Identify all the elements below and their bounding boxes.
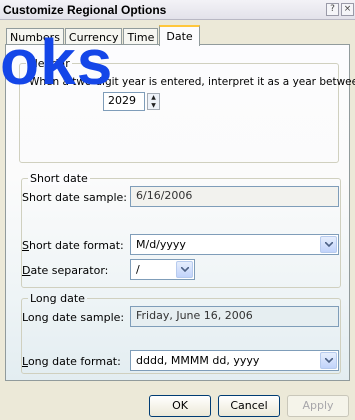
long-date-format-value: dddd, MMMM dd, yyyy — [136, 354, 260, 367]
long-date-sample-label: Long date sample: — [22, 311, 125, 324]
date-separator-label: Date separator: — [22, 264, 109, 277]
short-date-sample-field: 6/16/2006 — [130, 186, 339, 207]
short-date-sample-label: Short date sample: — [22, 191, 128, 204]
chevron-down-icon[interactable] — [320, 352, 337, 369]
long-date-group: Long date Long date sample: Friday, June… — [21, 292, 341, 374]
short-date-group: Short date Short date sample: 6/16/2006 … — [21, 172, 341, 288]
spin-down-icon[interactable]: ▼ — [148, 102, 159, 110]
long-date-format-combo[interactable]: dddd, MMMM dd, yyyy — [130, 350, 339, 371]
apply-button[interactable]: Apply — [287, 395, 349, 417]
long-date-format-label: Long date format: — [22, 355, 121, 368]
calendar-group: alendar When a two-digit year is entered… — [19, 57, 355, 163]
close-button[interactable]: × — [341, 3, 354, 16]
date-separator-value: / — [136, 263, 140, 276]
tab-date[interactable]: Date — [159, 25, 200, 46]
date-separator-combo[interactable]: / — [130, 259, 195, 280]
two-digit-year-description: When a two-digit year is entered, interp… — [29, 76, 355, 88]
title-bar: Customize Regional Options ? × — [0, 0, 355, 20]
long-date-legend: Long date — [28, 292, 87, 305]
chevron-down-icon[interactable] — [320, 236, 337, 253]
tab-strip: Numbers Currency Time Date — [6, 25, 201, 46]
window-title: Customize Regional Options — [3, 3, 167, 17]
cancel-button[interactable]: Cancel — [218, 395, 280, 417]
chevron-down-icon[interactable] — [176, 261, 193, 278]
spin-up-icon[interactable]: ▲ — [148, 94, 159, 102]
short-date-format-combo[interactable]: M/d/yyyy — [130, 234, 339, 255]
short-date-format-label: Short date format: — [22, 239, 124, 252]
year-spinner[interactable]: ▲ ▼ — [147, 93, 160, 110]
tab-panel-date: alendar When a two-digit year is entered… — [5, 44, 355, 381]
year-end-input[interactable]: 2029 — [103, 92, 145, 111]
calendar-legend: alendar — [26, 57, 72, 70]
short-date-format-value: M/d/yyyy — [136, 238, 186, 251]
short-date-legend: Short date — [28, 172, 90, 185]
help-button[interactable]: ? — [326, 3, 339, 16]
ok-button[interactable]: OK — [149, 395, 211, 417]
long-date-sample-field: Friday, June 16, 2006 — [130, 306, 339, 327]
